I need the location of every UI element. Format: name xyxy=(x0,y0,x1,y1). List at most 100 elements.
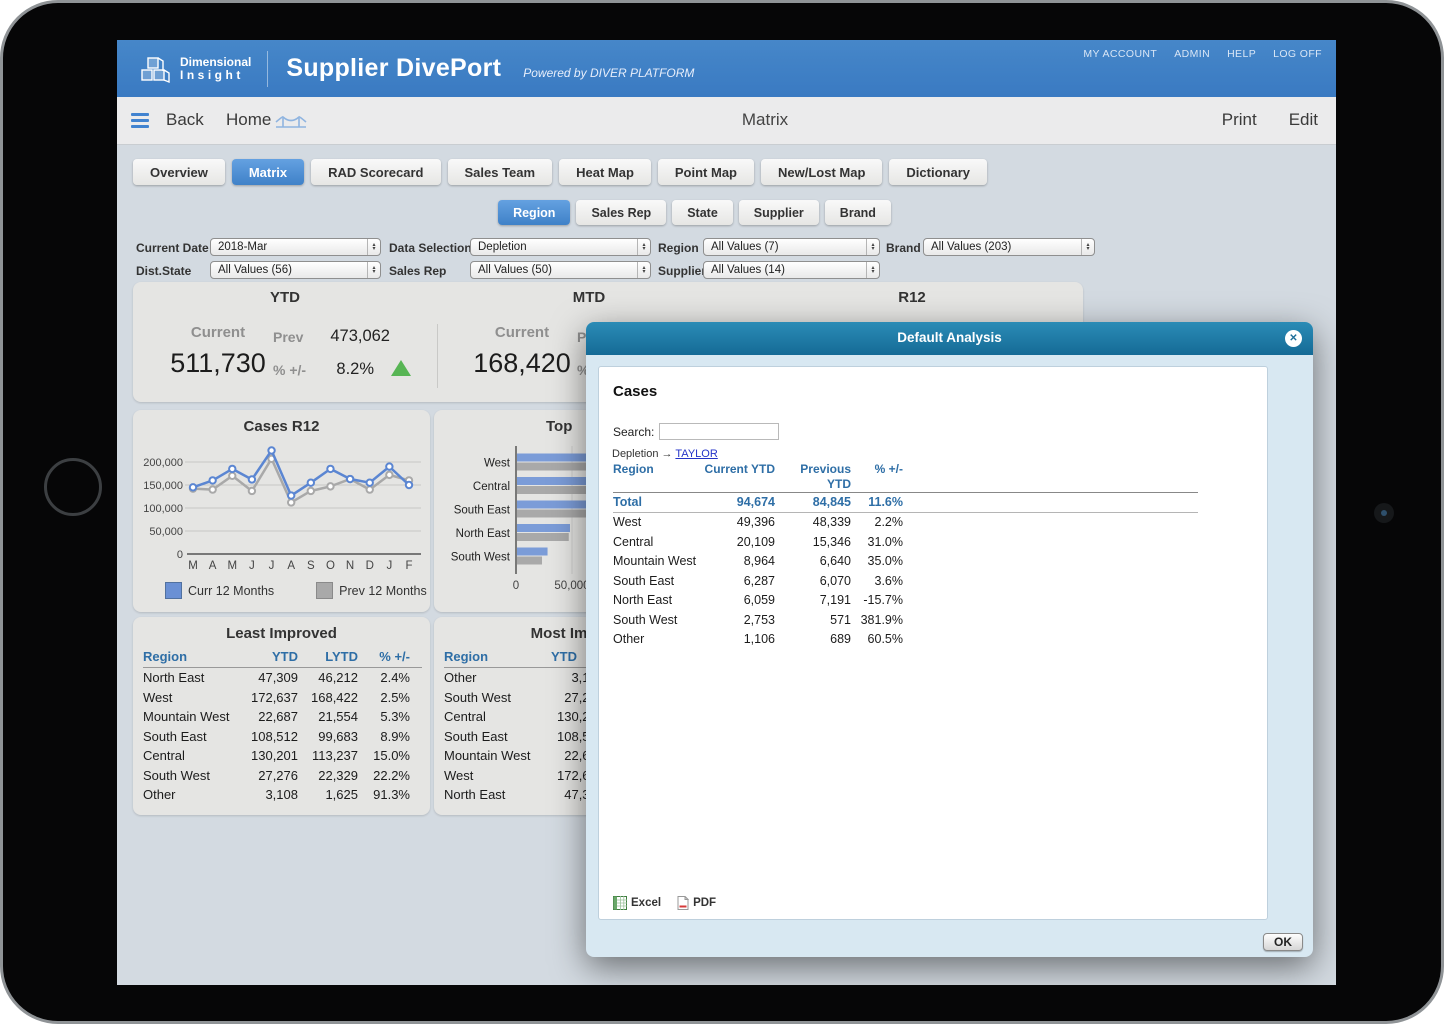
table-row: Other1,10668960.5% xyxy=(613,630,1198,650)
svg-text:A: A xyxy=(287,560,295,572)
table-row: North East47,30946,2122.4% xyxy=(143,668,422,688)
app-screen: MY ACCOUNTADMINHELPLOG OFF Dimensional xyxy=(117,40,1336,985)
stepper-icon: ▴▾ xyxy=(1081,239,1094,255)
stepper-icon: ▴▾ xyxy=(637,262,650,278)
stepper-icon: ▴▾ xyxy=(866,262,879,278)
stepper-icon: ▴▾ xyxy=(866,239,879,255)
svg-text:South West: South West xyxy=(451,552,511,564)
modal-panel-title: Cases xyxy=(613,383,657,400)
table-row: Other3,1081,62591.3% xyxy=(143,785,422,805)
svg-text:D: D xyxy=(366,560,374,572)
filter-select-brand[interactable]: All Values (203)▴▾ xyxy=(923,238,1095,256)
table-head-row: RegionYTDLYTD% +/- xyxy=(143,647,422,668)
table-row: South West2,753571381.9% xyxy=(613,611,1198,631)
filter-label-current-date: Current Date xyxy=(136,241,209,255)
table-row: West49,39648,3392.2% xyxy=(613,513,1198,533)
search-input[interactable] xyxy=(659,423,779,440)
pdf-icon xyxy=(677,896,689,910)
camera-circle-icon xyxy=(44,458,102,516)
svg-text:J: J xyxy=(269,560,275,572)
svg-text:J: J xyxy=(386,560,392,572)
filter-value: All Values (7) xyxy=(711,241,866,253)
search-label: Search: xyxy=(613,425,654,439)
filter-label-dist-state: Dist.State xyxy=(136,264,191,278)
ytd-prev-label: Prev xyxy=(273,329,303,345)
legend-current-label: Curr 12 Months xyxy=(188,584,274,598)
filter-value: Depletion xyxy=(478,241,637,253)
close-icon[interactable]: ✕ xyxy=(1285,330,1302,347)
camera-dot-icon xyxy=(1374,503,1394,523)
filter-label-data-selection: Data Selection xyxy=(389,241,472,255)
filter-select-region[interactable]: All Values (7)▴▾ xyxy=(703,238,880,256)
table-row: South East6,2876,0703.6% xyxy=(613,572,1198,592)
ytd-header: YTD xyxy=(133,289,437,306)
svg-text:N: N xyxy=(346,560,354,572)
filter-value: All Values (56) xyxy=(218,264,367,276)
filter-value: All Values (203) xyxy=(931,241,1081,253)
stepper-icon: ▴▾ xyxy=(367,262,380,278)
svg-text:200,000: 200,000 xyxy=(143,457,183,469)
svg-text:M: M xyxy=(188,560,198,572)
filter-label-region: Region xyxy=(658,241,699,255)
pdf-label: PDF xyxy=(693,897,716,909)
filter-select-sales-rep[interactable]: All Values (50)▴▾ xyxy=(470,261,651,279)
svg-text:50,000: 50,000 xyxy=(149,526,183,538)
least-improved-card: Least Improved RegionYTDLYTD% +/-North E… xyxy=(133,617,430,815)
modal-header[interactable]: Default Analysis ✕ xyxy=(586,322,1313,355)
r12-header: R12 xyxy=(741,289,1083,306)
filter-label-brand: Brand xyxy=(886,241,921,255)
breadcrumb-prefix: Depletion xyxy=(612,448,658,460)
export-row: Excel PDF xyxy=(613,896,716,910)
table-row: South East108,51299,6838.9% xyxy=(143,727,422,747)
analysis-table: RegionCurrent YTDPrevious YTD% +/-Total9… xyxy=(613,462,1198,650)
search-row: Search: xyxy=(613,423,779,440)
filter-select-supplier[interactable]: All Values (14)▴▾ xyxy=(703,261,880,279)
filter-label-supplier: Supplier xyxy=(658,264,706,278)
ytd-pct-label: % +/- xyxy=(273,362,306,378)
table-row: Mountain West8,9646,64035.0% xyxy=(613,552,1198,572)
filter-value: All Values (50) xyxy=(478,264,637,276)
ok-button[interactable]: OK xyxy=(1263,933,1303,951)
filter-label-sales-rep: Sales Rep xyxy=(389,264,446,278)
filter-value: 2018-Mar xyxy=(218,241,367,253)
ytd-pct-value: 8.2% xyxy=(308,360,374,379)
excel-export-button[interactable]: Excel xyxy=(613,896,661,910)
svg-text:A: A xyxy=(209,560,217,572)
pdf-export-button[interactable]: PDF xyxy=(677,896,716,910)
table-row: Mountain West22,68721,5545.3% xyxy=(143,707,422,727)
table-row: Central20,10915,34631.0% xyxy=(613,533,1198,553)
trend-up-icon xyxy=(391,360,411,376)
filter-select-data-selection[interactable]: Depletion▴▾ xyxy=(470,238,651,256)
svg-text:Central: Central xyxy=(473,481,510,493)
legend-swatch-previous xyxy=(316,582,333,599)
svg-text:50,000: 50,000 xyxy=(554,580,589,592)
svg-text:0: 0 xyxy=(177,549,183,561)
svg-text:J: J xyxy=(249,560,255,572)
filter-select-dist-state[interactable]: All Values (56)▴▾ xyxy=(210,261,381,279)
legend-previous-label: Prev 12 Months xyxy=(339,584,427,598)
table-row: North East6,0597,191-15.7% xyxy=(613,591,1198,611)
mtd-header: MTD xyxy=(437,289,741,306)
top-chart-title: Top xyxy=(546,418,572,435)
least-improved-title: Least Improved xyxy=(133,625,430,642)
svg-text:S: S xyxy=(307,560,315,572)
taylor-link[interactable]: TAYLOR xyxy=(675,448,717,460)
stepper-icon: ▴▾ xyxy=(367,239,380,255)
ytd-prev-value: 473,062 xyxy=(308,327,390,346)
table-row: West172,637168,4222.5% xyxy=(143,688,422,708)
filter-value: All Values (14) xyxy=(711,264,866,276)
chart-legend: Curr 12 Months Prev 12 Months xyxy=(165,582,427,599)
table-head-row: RegionCurrent YTDPrevious YTD% +/- xyxy=(613,462,1198,493)
excel-icon xyxy=(613,896,627,910)
table-row: Central130,201113,23715.0% xyxy=(143,746,422,766)
svg-text:F: F xyxy=(405,560,412,572)
svg-text:South East: South East xyxy=(454,505,511,517)
modal-panel: Cases Search: Depletion → TAYLOR RegionC… xyxy=(598,366,1268,920)
svg-text:0: 0 xyxy=(513,580,519,592)
table-total-row: Total94,67484,84511.6% xyxy=(613,493,1198,513)
filter-select-current-date[interactable]: 2018-Mar▴▾ xyxy=(210,238,381,256)
excel-label: Excel xyxy=(631,897,661,909)
cases-r12-title: Cases R12 xyxy=(133,418,430,435)
breadcrumb: Depletion → TAYLOR xyxy=(612,448,718,460)
tablet-frame: MY ACCOUNTADMINHELPLOG OFF Dimensional xyxy=(0,0,1444,1024)
